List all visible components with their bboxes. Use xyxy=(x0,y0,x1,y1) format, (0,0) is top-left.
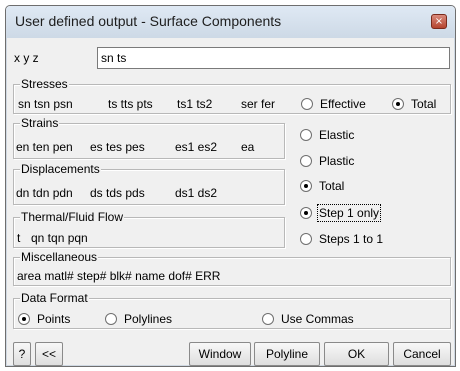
polylines-radio[interactable] xyxy=(105,313,117,325)
polylines-label[interactable]: Polylines xyxy=(124,312,172,326)
step1-only-label[interactable]: Step 1 only xyxy=(316,204,382,222)
xyz-label: x y z xyxy=(14,51,39,65)
button-row: ? << Window Polyline OK Cancel xyxy=(13,342,451,366)
displacement-item: ds tds pds xyxy=(90,186,145,200)
use-commas-radio[interactable] xyxy=(262,313,274,325)
dialog-window: User defined output - Surface Components… xyxy=(5,5,456,367)
misc-group: Miscellaneous area matl# step# blk# name… xyxy=(13,250,451,286)
total-strain-label[interactable]: Total xyxy=(319,179,344,193)
close-icon[interactable]: × xyxy=(431,14,447,29)
title-bar[interactable]: User defined output - Surface Components… xyxy=(6,6,455,38)
displacements-group: Displacements dn tdn pdn ds tds pds ds1 … xyxy=(13,162,285,205)
strain-item: ea xyxy=(241,140,255,154)
data-format-title: Data Format xyxy=(20,291,89,305)
misc-text: area matl# step# blk# name dof# ERR xyxy=(17,269,221,283)
displacement-item: ds1 ds2 xyxy=(175,186,218,200)
thermal-title: Thermal/Fluid Flow xyxy=(20,210,125,224)
stress-item: sn tsn psn xyxy=(18,97,73,111)
strain-item: es1 es2 xyxy=(175,140,218,154)
strain-item: en ten pen xyxy=(16,140,73,154)
data-format-group: Data Format Points Polylines Use Commas xyxy=(13,291,451,329)
ok-button[interactable]: OK xyxy=(324,342,389,366)
effective-label[interactable]: Effective xyxy=(320,97,366,111)
misc-title: Miscellaneous xyxy=(20,250,99,264)
help-button[interactable]: ? xyxy=(13,342,31,366)
polyline-button[interactable]: Polyline xyxy=(254,342,320,366)
elastic-radio[interactable] xyxy=(300,129,312,141)
stress-item: ts tts pts xyxy=(108,97,153,111)
points-radio[interactable] xyxy=(18,313,30,325)
strain-item: es tes pes xyxy=(90,140,145,154)
elastic-label[interactable]: Elastic xyxy=(319,128,354,142)
total-strain-radio[interactable] xyxy=(300,180,312,192)
thermal-item: qn tqn pqn xyxy=(31,231,88,245)
stress-item: ser fer xyxy=(241,97,276,111)
xyz-input[interactable]: sn ts xyxy=(97,47,450,69)
window-title: User defined output - Surface Components xyxy=(15,13,282,29)
points-label[interactable]: Points xyxy=(37,312,70,326)
steps-1-to-1-label[interactable]: Steps 1 to 1 xyxy=(319,232,383,246)
total-stress-radio[interactable] xyxy=(392,98,404,110)
displacement-item: dn tdn pdn xyxy=(16,186,73,200)
step1-only-radio[interactable] xyxy=(300,207,312,219)
stresses-title: Stresses xyxy=(20,77,69,91)
thermal-group: Thermal/Fluid Flow t qn tqn pqn xyxy=(13,210,285,248)
effective-radio[interactable] xyxy=(301,98,313,110)
strains-group: Strains en ten pen es tes pes es1 es2 ea xyxy=(13,116,285,159)
stress-item: ts1 ts2 xyxy=(177,97,213,111)
plastic-label[interactable]: Plastic xyxy=(319,154,354,168)
thermal-item: t xyxy=(17,231,21,245)
strains-title: Strains xyxy=(20,116,60,130)
use-commas-label[interactable]: Use Commas xyxy=(281,312,354,326)
window-button[interactable]: Window xyxy=(189,342,251,366)
total-stress-label[interactable]: Total xyxy=(411,97,436,111)
displacements-title: Displacements xyxy=(20,162,101,176)
cancel-button[interactable]: Cancel xyxy=(393,342,451,366)
plastic-radio[interactable] xyxy=(300,155,312,167)
stresses-group: Stresses sn tsn psn ts tts pts ts1 ts2 s… xyxy=(13,77,451,114)
back-button[interactable]: << xyxy=(35,342,63,366)
steps-1-to-1-radio[interactable] xyxy=(300,233,312,245)
